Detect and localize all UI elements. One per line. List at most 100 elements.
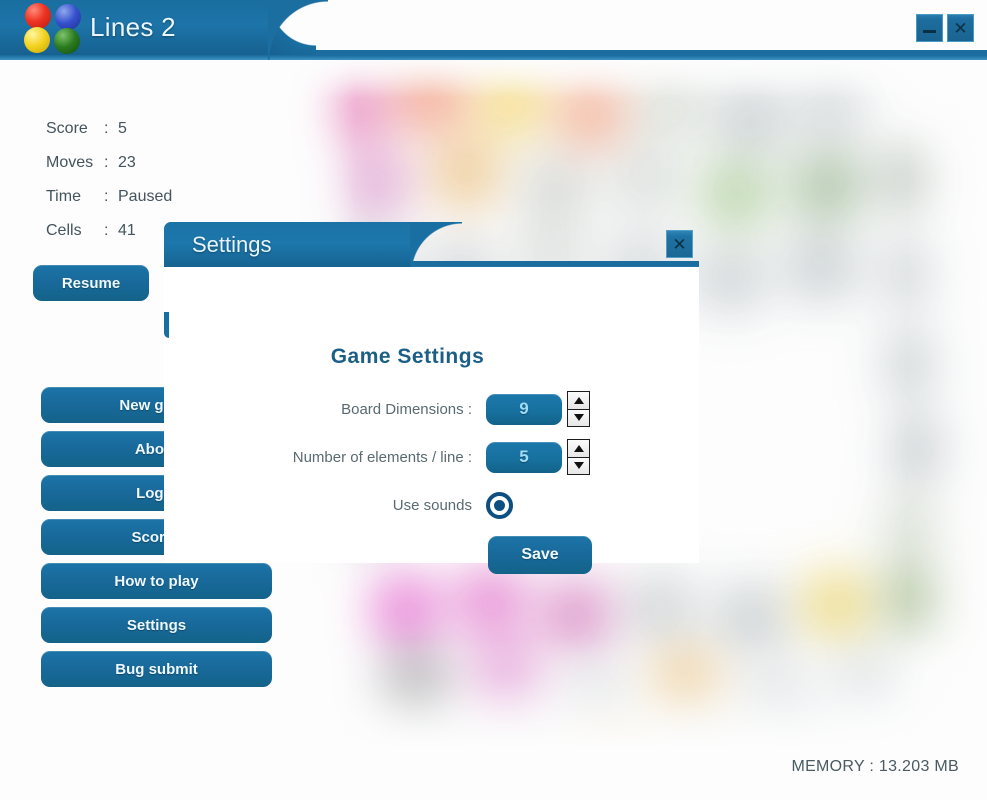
spinner-down-button[interactable] [568, 457, 589, 474]
use-sounds-label: Use sounds [392, 496, 472, 514]
triangle-up-icon [573, 396, 584, 404]
spinner-up-button[interactable] [568, 392, 589, 410]
stat-row-time: Time : Paused [46, 180, 172, 214]
board-ball [640, 76, 702, 138]
save-button[interactable]: Save [488, 536, 592, 574]
board-ball [745, 666, 807, 728]
spinner-down-button[interactable] [568, 409, 589, 426]
board-ball [615, 150, 677, 212]
board-ball [775, 726, 837, 748]
blue-ball-icon [55, 4, 81, 30]
triangle-down-icon [573, 414, 584, 422]
board-dimensions-stepper [486, 391, 590, 427]
field-board-dimensions: Board Dimensions : [164, 385, 699, 433]
dialog-close-button[interactable]: ✕ [666, 230, 693, 258]
board-ball [630, 576, 692, 638]
close-button[interactable]: ✕ [947, 14, 974, 42]
stat-value: Paused [118, 188, 173, 205]
board-ball [385, 658, 447, 720]
board-ball [400, 68, 462, 130]
menu-item-settings[interactable]: Settings [41, 607, 272, 643]
board-ball [395, 730, 457, 748]
board-ball [345, 153, 407, 215]
board-ball [480, 73, 542, 135]
board-ball [705, 163, 767, 225]
resume-button[interactable]: Resume [33, 265, 149, 301]
app-logo [24, 3, 88, 54]
board-ball [700, 248, 762, 310]
board-ball [490, 723, 552, 748]
board-ball [545, 583, 607, 645]
dialog-body: Game Settings Board Dimensions : 9 Numbe… [164, 267, 699, 574]
stat-value: 41 [118, 222, 136, 239]
board-ball [680, 728, 742, 748]
board-ball [325, 78, 387, 140]
minimize-button[interactable] [916, 14, 943, 42]
stat-row-moves: Moves : 23 [46, 146, 172, 180]
board-ball [790, 236, 852, 298]
board-dimensions-input[interactable] [486, 393, 562, 425]
stat-row-cells: Cells : 41 [46, 214, 172, 248]
board-ball [585, 736, 647, 748]
yellow-ball-icon [24, 27, 50, 53]
settings-dialog: Settings ✕ Game Settings Board Dimension… [164, 222, 699, 574]
dialog-actions: Save [164, 529, 699, 581]
board-ball [795, 156, 857, 218]
board-ball [880, 243, 942, 305]
stats-panel: Score : 5 Moves : 23 Time : Paused Cells… [46, 112, 172, 248]
board-dimensions-label: Board Dimensions : [341, 400, 472, 418]
stat-label: Score [46, 120, 88, 137]
stat-row-score: Score : 5 [46, 112, 172, 146]
close-icon: ✕ [672, 234, 687, 254]
stat-separator: : [104, 222, 109, 239]
minimize-icon [923, 30, 936, 33]
triangle-up-icon [573, 444, 584, 452]
board-dimensions-spinner [567, 391, 590, 427]
elements-per-line-label: Number of elements / line : [292, 448, 472, 466]
green-ball-icon [54, 28, 80, 54]
field-elements-per-line: Number of elements / line : [164, 433, 699, 481]
dialog-heading: Game Settings [330, 345, 485, 368]
board-ball [560, 83, 622, 145]
app-title: Lines 2 [90, 12, 176, 42]
memory-status: MEMORY : 13.203 MB [791, 758, 959, 775]
stat-value: 5 [118, 120, 127, 137]
board-ball [375, 578, 437, 640]
stat-separator: : [104, 154, 109, 171]
dialog-title: Settings [192, 232, 272, 257]
spinner-up-button[interactable] [568, 440, 589, 458]
dialog-titlebar: Settings ✕ [164, 222, 699, 274]
use-sounds-toggle[interactable] [486, 491, 513, 519]
elements-per-line-stepper [486, 439, 590, 475]
board-ball [833, 654, 895, 716]
board-ball [525, 158, 587, 220]
board-ball [435, 143, 497, 205]
stat-label: Cells [46, 222, 82, 239]
board-ball [475, 650, 537, 712]
settings-form: Board Dimensions : 9 Number of elements … [164, 385, 699, 581]
stat-separator: : [104, 120, 109, 137]
red-ball-icon [25, 3, 51, 29]
stat-label: Time [46, 188, 81, 205]
board-ball [720, 586, 782, 648]
field-use-sounds: Use sounds [164, 481, 699, 529]
board-ball [875, 148, 937, 210]
board-ball [720, 88, 782, 150]
triangle-down-icon [573, 462, 584, 470]
stat-label: Moves [46, 154, 94, 171]
board-ball [885, 568, 947, 630]
close-icon: ✕ [953, 18, 968, 38]
board-ball [885, 498, 947, 560]
elements-per-line-input[interactable] [486, 441, 562, 473]
board-ball [805, 573, 867, 635]
board-ball [895, 418, 957, 480]
menu-item-bug-submit[interactable]: Bug submit [41, 651, 272, 687]
board-ball [800, 80, 862, 142]
board-ball [885, 333, 947, 395]
stat-value: 23 [118, 154, 136, 171]
board-ball [655, 656, 717, 718]
elements-per-line-spinner [567, 439, 590, 475]
dialog-left-edge [164, 312, 169, 338]
stat-separator: : [104, 188, 109, 205]
game-window: Lines 2 ✕ Score : 5 Moves : 23 Time : Pa… [0, 0, 987, 800]
